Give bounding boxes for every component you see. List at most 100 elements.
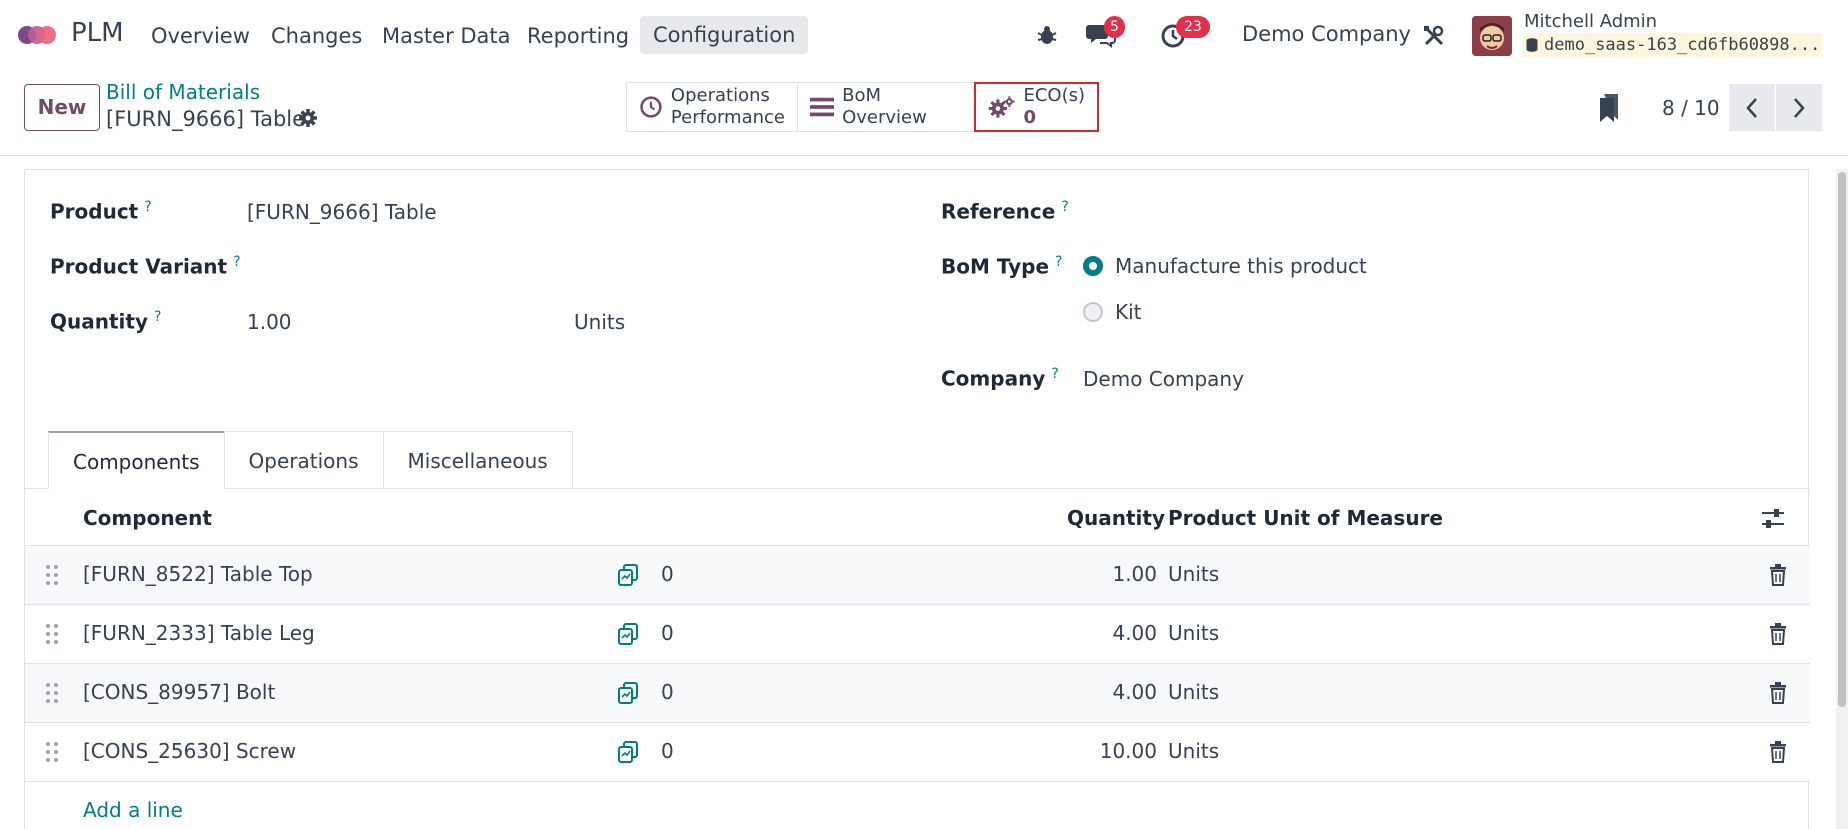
product-help-icon[interactable]: ? (144, 199, 151, 215)
forecast-report-icon[interactable] (617, 564, 639, 586)
ecos-button[interactable]: ECO(s) 0 (974, 82, 1099, 132)
user-name[interactable]: Mitchell Admin (1524, 11, 1657, 32)
operations-performance-button[interactable]: Operations Performance (626, 82, 798, 132)
component-quantity[interactable]: 1.00 (1112, 562, 1157, 586)
menu-configuration[interactable]: Configuration (640, 16, 809, 54)
quantity-field[interactable]: 1.00 (247, 310, 292, 334)
reference-label: Reference? (941, 199, 1069, 224)
bom-overview-button[interactable]: BoM Overview (797, 82, 975, 132)
component-quantity[interactable]: 4.00 (1112, 680, 1157, 704)
component-uom[interactable]: Units (1168, 680, 1219, 704)
top-navbar: PLM Overview Changes Master Data Reporti… (0, 0, 1848, 72)
forecast-report-icon[interactable] (617, 682, 639, 704)
ecos-count: 0 (1023, 107, 1036, 128)
drag-handle-icon[interactable] (45, 564, 59, 586)
operations-performance-line1: Operations (670, 85, 770, 106)
table-row[interactable]: [CONS_89957] Bolt 0 4.00 Units (25, 664, 1810, 723)
delete-trash-icon[interactable] (1769, 682, 1787, 704)
database-name-text: demo_saas-163_cd6fb60898... (1544, 35, 1821, 55)
forecast-value: 0 (661, 562, 674, 586)
menu-master-data[interactable]: Master Data (382, 18, 511, 54)
company-switcher[interactable]: Demo Company (1242, 22, 1411, 46)
operations-performance-line2: Performance (670, 107, 785, 128)
menu-changes[interactable]: Changes (271, 18, 362, 54)
breadcrumb-bill-of-materials[interactable]: Bill of Materials (106, 80, 260, 104)
product-field[interactable]: [FURN_9666] Table (247, 200, 437, 224)
radio-manufacture[interactable] (1083, 256, 1103, 276)
new-button[interactable]: New (24, 84, 100, 131)
bom-type-help-icon[interactable]: ? (1055, 254, 1062, 270)
radio-manufacture-label[interactable]: Manufacture this product (1115, 254, 1367, 278)
product-variant-label: Product Variant? (50, 254, 241, 279)
table-row[interactable]: [FURN_2333] Table Leg 0 4.00 Units (25, 605, 1810, 664)
record-actions-gear-icon[interactable] (298, 108, 318, 128)
delete-trash-icon[interactable] (1769, 741, 1787, 763)
bom-type-label: BoM Type? (941, 254, 1063, 279)
quantity-help-icon[interactable]: ? (154, 309, 161, 325)
tab-miscellaneous[interactable]: Miscellaneous (382, 431, 573, 489)
record-title: [FURN_9666] Table (106, 107, 306, 131)
component-name[interactable]: [CONS_89957] Bolt (83, 680, 275, 704)
forecast-value: 0 (661, 680, 674, 704)
table-row[interactable]: [CONS_25630] Screw 0 10.00 Units (25, 723, 1810, 782)
debug-bug-icon[interactable] (1036, 24, 1058, 46)
company-field[interactable]: Demo Company (1083, 367, 1244, 391)
optional-columns-sliders-icon[interactable] (1761, 508, 1785, 530)
component-name[interactable]: [FURN_2333] Table Leg (83, 621, 315, 645)
product-variant-help-icon[interactable]: ? (233, 254, 240, 270)
component-uom[interactable]: Units (1168, 562, 1219, 586)
table-row[interactable]: [FURN_8522] Table Top 0 1.00 Units (25, 546, 1810, 605)
menu-reporting[interactable]: Reporting (527, 18, 629, 54)
company-label: Company? (941, 366, 1059, 391)
messages-badge: 5 (1104, 16, 1125, 38)
settings-tools-icon[interactable] (1422, 24, 1446, 48)
drag-handle-icon[interactable] (45, 741, 59, 763)
column-component[interactable]: Component (83, 506, 212, 530)
delete-trash-icon[interactable] (1769, 623, 1787, 645)
pager-value[interactable]: 8 / 10 (1662, 96, 1720, 120)
product-label: Product? (50, 199, 152, 224)
activities-badge: 23 (1176, 16, 1210, 38)
quantity-uom-field[interactable]: Units (574, 310, 625, 334)
delete-trash-icon[interactable] (1769, 564, 1787, 586)
pager-next-button[interactable] (1776, 84, 1822, 131)
component-name[interactable]: [FURN_8522] Table Top (83, 562, 313, 586)
form-sheet: Product? [FURN_9666] Table Product Varia… (24, 169, 1810, 829)
component-uom[interactable]: Units (1168, 739, 1219, 763)
components-table-header: Component Quantity Product Unit of Measu… (25, 489, 1810, 546)
reference-help-icon[interactable]: ? (1061, 199, 1068, 215)
smart-buttons: Operations Performance BoM Overview ECO(… (626, 82, 1099, 132)
bookmark-icon[interactable] (1598, 94, 1620, 122)
company-help-icon[interactable]: ? (1051, 366, 1058, 382)
drag-handle-icon[interactable] (45, 623, 59, 645)
forecast-value: 0 (661, 621, 674, 645)
add-a-line-link[interactable]: Add a line (83, 798, 183, 822)
menu-overview[interactable]: Overview (151, 18, 250, 54)
column-quantity[interactable]: Quantity (1067, 506, 1165, 530)
control-panel: New Bill of Materials [FURN_9666] Table … (0, 72, 1848, 156)
app-name[interactable]: PLM (71, 18, 124, 48)
component-name[interactable]: [CONS_25630] Screw (83, 739, 296, 763)
tab-components[interactable]: Components (48, 431, 225, 489)
column-uom[interactable]: Product Unit of Measure (1168, 506, 1443, 530)
bom-overview-label: BoM Overview (842, 85, 927, 128)
component-quantity[interactable]: 4.00 (1112, 621, 1157, 645)
database-name: demo_saas-163_cd6fb60898... (1522, 33, 1822, 57)
database-icon (1526, 38, 1538, 52)
radio-kit-label[interactable]: Kit (1115, 300, 1142, 324)
scrollbar-thumb[interactable] (1838, 172, 1846, 707)
radio-kit[interactable] (1083, 302, 1103, 322)
avatar-face-icon (1472, 16, 1512, 56)
page-scrollbar[interactable] (1836, 169, 1848, 829)
component-uom[interactable]: Units (1168, 621, 1219, 645)
pager-previous-button[interactable] (1729, 84, 1775, 131)
drag-handle-icon[interactable] (45, 682, 59, 704)
forecast-report-icon[interactable] (617, 741, 639, 763)
component-quantity[interactable]: 10.00 (1100, 739, 1157, 763)
forecast-report-icon[interactable] (617, 623, 639, 645)
tab-operations[interactable]: Operations (223, 431, 384, 489)
chevron-left-icon (1746, 97, 1757, 118)
app-logo-icon[interactable] (18, 20, 60, 50)
notebook-tabs: Components Operations Miscellaneous (48, 431, 573, 489)
user-avatar[interactable] (1472, 16, 1512, 56)
